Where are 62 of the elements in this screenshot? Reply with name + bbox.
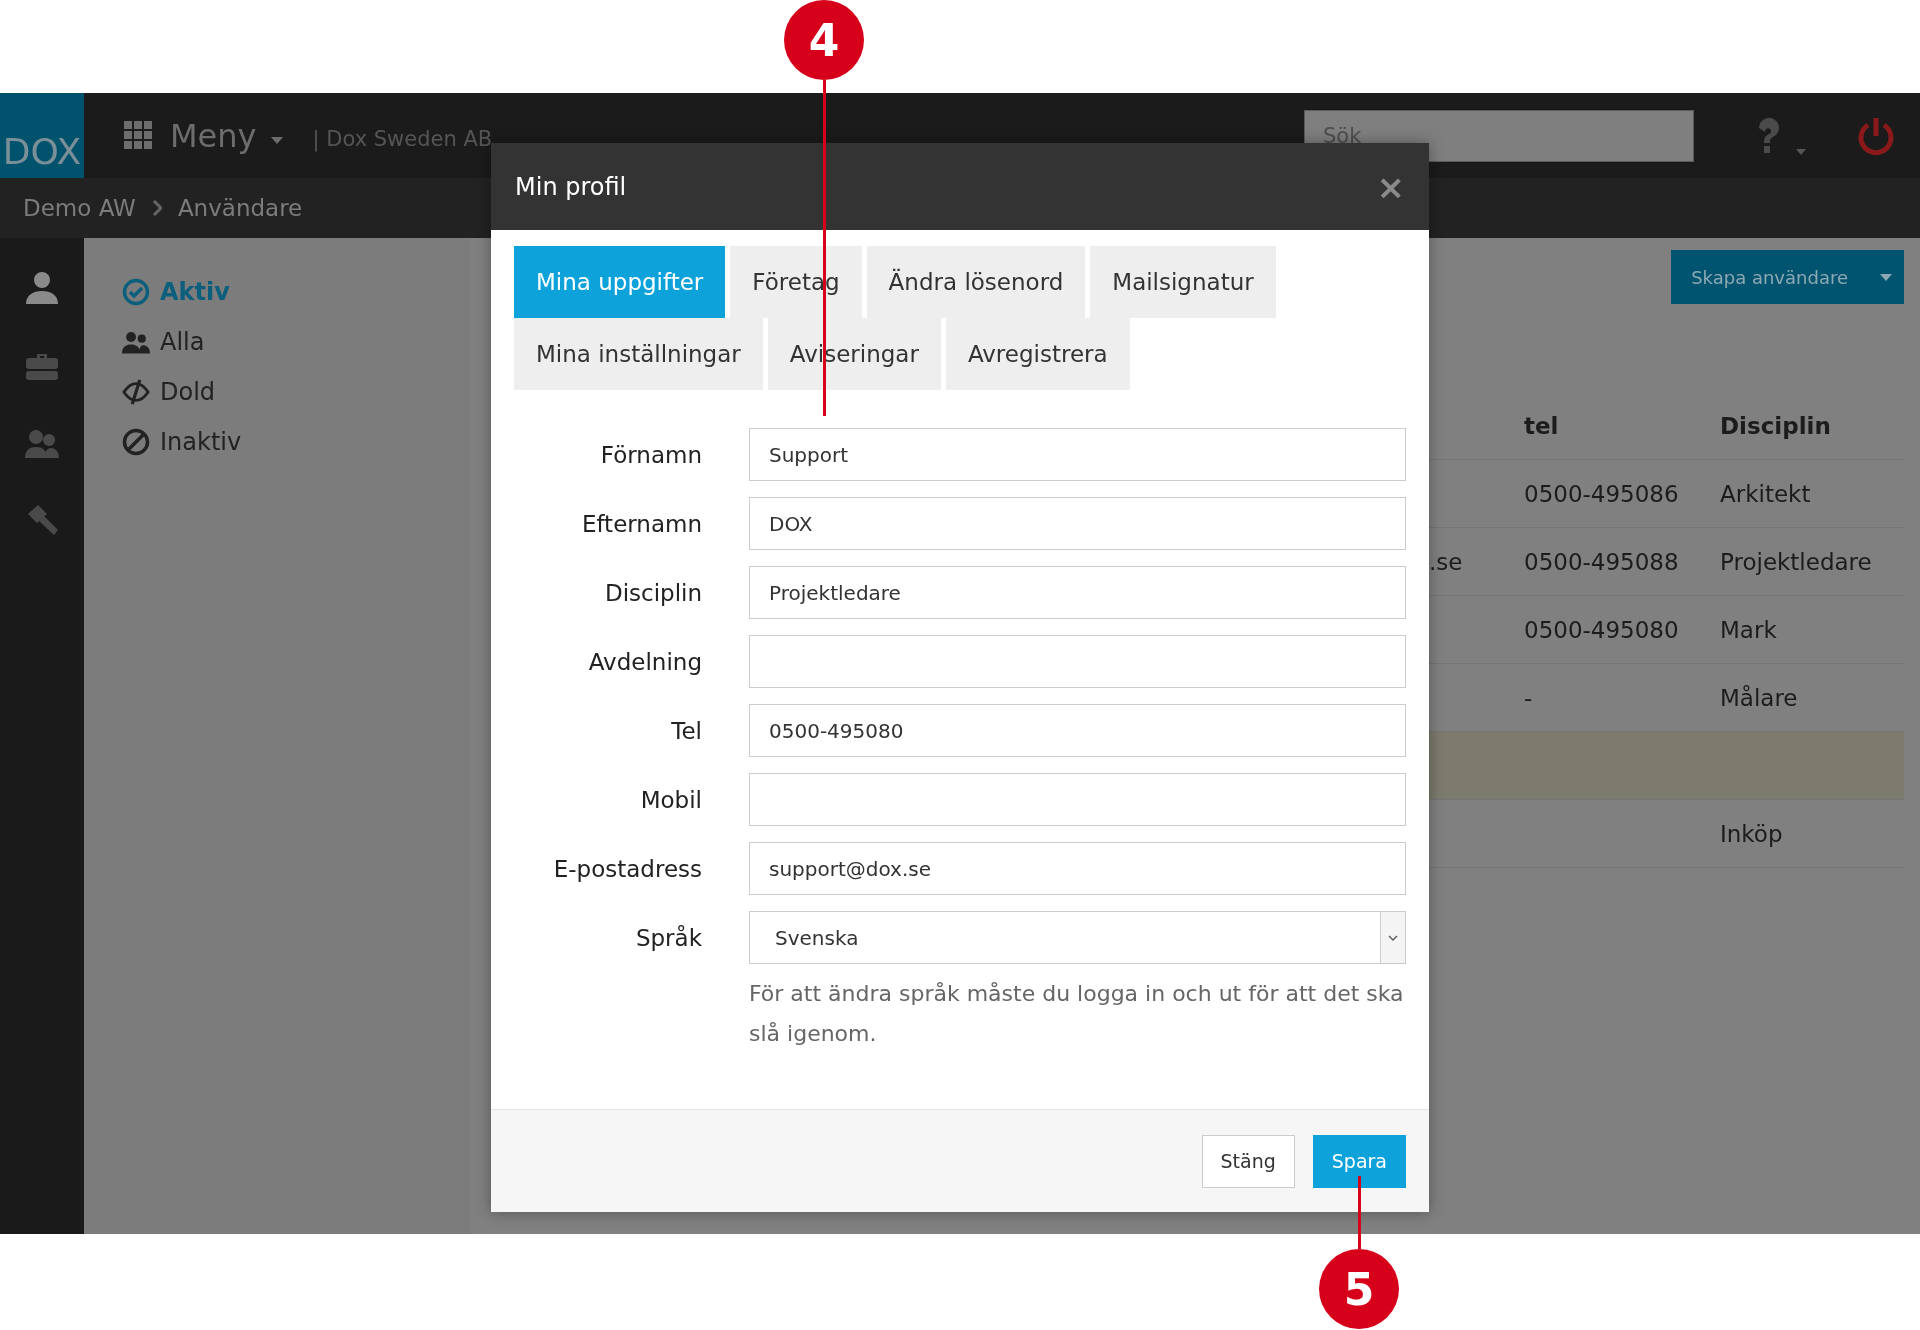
power-icon[interactable] (1856, 115, 1896, 156)
ban-icon (122, 428, 150, 456)
grid-menu-icon[interactable] (124, 120, 154, 151)
caret-icon[interactable] (270, 137, 283, 144)
field-label: Tel (670, 717, 702, 744)
save-button[interactable]: Spara (1312, 1134, 1406, 1188)
filter-item[interactable]: Dold (122, 374, 216, 410)
language-dropdown[interactable]: Svenska (749, 911, 1406, 964)
table-cell: Målare (1720, 684, 1798, 711)
tab[interactable]: Mina uppgifter (514, 246, 726, 318)
table-cell: 0500-495086 (1524, 480, 1679, 507)
tab[interactable]: Mailsignatur (1090, 246, 1276, 318)
field-label: Efternamn (580, 510, 702, 537)
callout-number: 5 (1319, 1249, 1399, 1329)
chevron-icon[interactable] (1388, 934, 1398, 941)
table-cell: .se (1429, 548, 1463, 575)
text-field[interactable]: 0500-495080 (749, 704, 1406, 757)
filter-item[interactable]: Inaktiv (122, 424, 242, 460)
field-label: Språk (634, 924, 702, 951)
close-button[interactable]: × (1376, 166, 1405, 207)
table-cell: 0500-495088 (1524, 548, 1679, 575)
menu-button[interactable]: Meny (170, 116, 257, 155)
text-field[interactable] (749, 635, 1406, 688)
caret-icon[interactable] (1880, 273, 1892, 281)
table-cell: Arkitekt (1720, 480, 1811, 507)
table-cell: Projektledare (1720, 548, 1872, 575)
text-field[interactable]: Projektledare (749, 566, 1406, 619)
breadcrumb-link[interactable]: Demo AW (23, 195, 136, 221)
caret-icon[interactable] (1796, 148, 1806, 155)
eye-slash-icon (122, 378, 150, 406)
tab[interactable]: Mina inställningar (514, 318, 763, 390)
tab[interactable]: Ändra lösenord (866, 246, 1086, 318)
logo[interactable]: DOX (0, 93, 84, 178)
table-cell: - (1524, 684, 1533, 711)
text-field[interactable]: DOX (749, 497, 1406, 550)
field-label: E-postadress (552, 855, 702, 882)
create-user-button[interactable]: Skapa användare (1671, 250, 1904, 304)
help-icon[interactable] (1756, 115, 1782, 156)
column-header: tel (1524, 412, 1560, 439)
column-header: Disciplin (1720, 412, 1832, 439)
text-field[interactable]: Support (749, 428, 1406, 481)
tab[interactable]: Avregistrera (945, 318, 1130, 390)
table-cell: Inköp (1720, 820, 1783, 847)
chevron-icon (151, 200, 162, 216)
breadcrumb-item: Användare (177, 195, 303, 221)
company-name: | Dox Sweden AB (312, 126, 493, 151)
text-field[interactable]: support@dox.se (749, 842, 1406, 895)
highlighted-row[interactable] (1429, 732, 1904, 800)
field-label: Förnamn (599, 441, 702, 468)
filter-item[interactable]: Alla (122, 324, 205, 360)
callout-number: 4 (784, 0, 864, 80)
text-field[interactable] (749, 773, 1406, 826)
table-cell: 0500-495080 (1524, 616, 1679, 643)
dialog-title: Min profil (515, 172, 627, 201)
hint-text: För att ändra språk måste du logga in och ut för att det ska slå igenom. (749, 980, 1405, 1048)
close-button[interactable]: Stäng (1201, 1134, 1295, 1188)
check-circle-icon (122, 278, 150, 306)
field-label: Avdelning (587, 648, 702, 675)
field-label: Disciplin (603, 579, 702, 606)
field-label: Mobil (639, 786, 702, 813)
person-icon[interactable] (25, 270, 59, 304)
table-cell: Mark (1720, 616, 1777, 643)
